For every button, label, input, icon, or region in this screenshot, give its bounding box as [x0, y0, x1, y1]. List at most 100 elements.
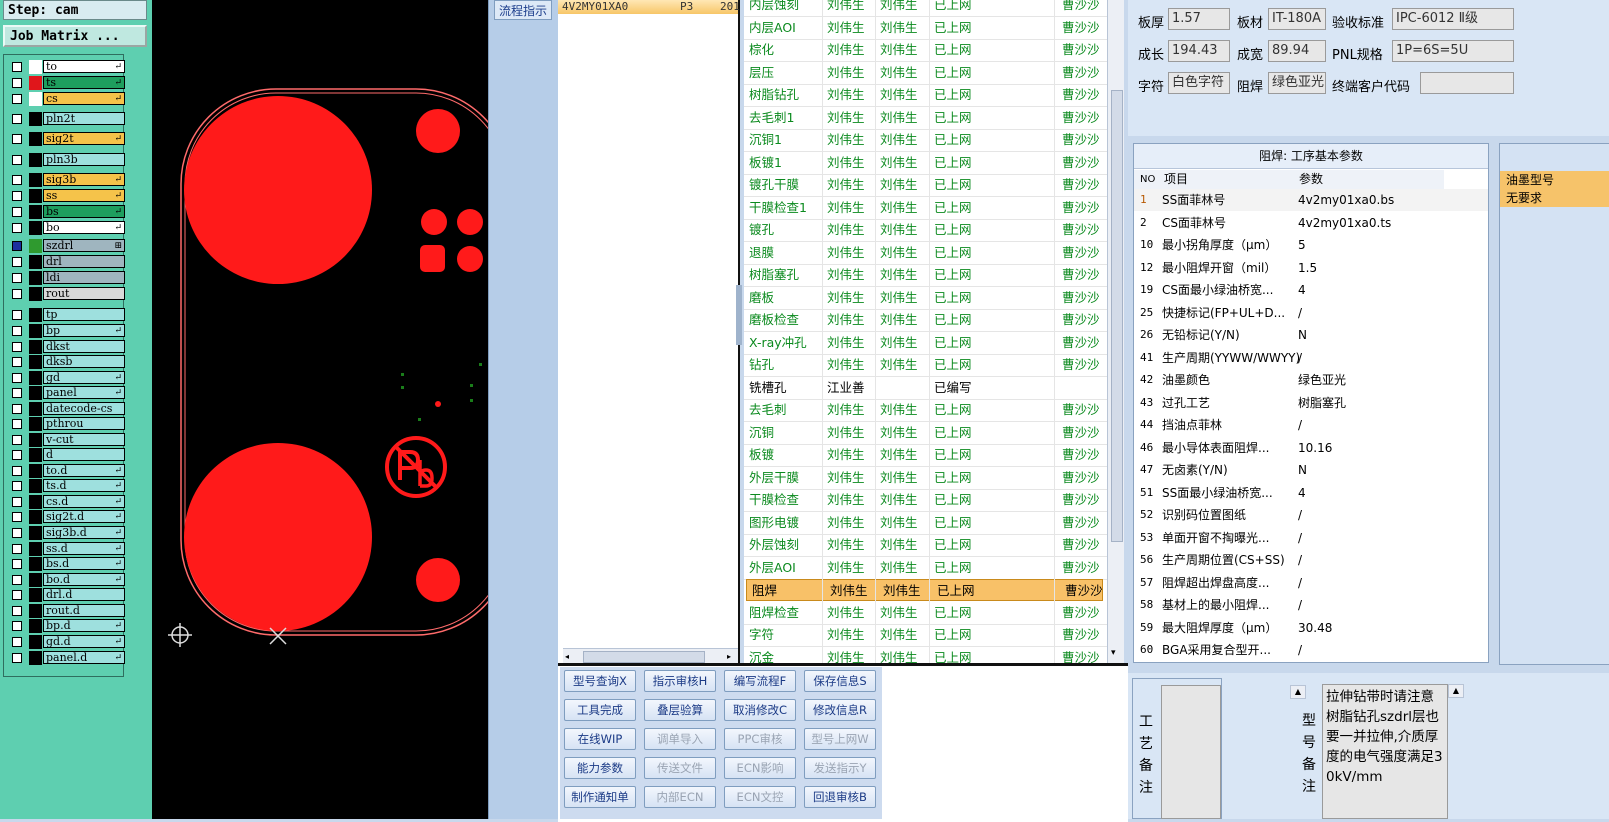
- layer-checkbox[interactable]: [12, 373, 22, 383]
- param-row[interactable]: 10 最小拐角厚度（μm） 5: [1134, 234, 1488, 256]
- param-row[interactable]: 57 阻焊超出焊盘高度... /: [1134, 571, 1488, 594]
- action-button[interactable]: 工具完成: [564, 699, 636, 721]
- layer-color-swatch[interactable]: [29, 308, 42, 322]
- layer-row-ss.d[interactable]: ss.d ↵: [7, 542, 125, 556]
- layer-color-swatch[interactable]: [29, 635, 42, 649]
- process-row[interactable]: 外层干膜 刘伟生 刘伟生 已上网 曹沙沙: [744, 467, 1107, 490]
- layer-row-sig2t.d[interactable]: sig2t.d ↵: [7, 510, 125, 524]
- layer-row-to[interactable]: to ↵: [7, 60, 125, 74]
- layer-color-swatch[interactable]: [29, 557, 42, 571]
- layer-row-szdrl[interactable]: szdrl ⊞: [7, 239, 125, 253]
- process-row[interactable]: 铣槽孔 江业善 已编写: [744, 377, 1107, 400]
- layer-color-swatch[interactable]: [29, 479, 42, 493]
- action-button[interactable]: 编写流程F: [724, 670, 796, 692]
- param-row[interactable]: 25 快捷标记(FP+UL+D... /: [1134, 301, 1488, 324]
- layer-name[interactable]: tp: [43, 308, 125, 321]
- param-row[interactable]: 46 最小导体表面阻焊... 10.16: [1134, 436, 1488, 459]
- action-button[interactable]: 调单导入: [644, 728, 716, 750]
- action-button[interactable]: ECN文控: [724, 786, 796, 808]
- process-row[interactable]: 阻焊检查 刘伟生 刘伟生 已上网 曹沙沙: [744, 602, 1107, 625]
- param-row[interactable]: 2 CS面菲林号 4v2my01xa0.ts: [1134, 211, 1488, 234]
- layer-name[interactable]: ldi: [43, 271, 125, 284]
- process-row[interactable]: 去毛刺1 刘伟生 刘伟生 已上网 曹沙沙: [744, 107, 1107, 130]
- standard-field[interactable]: IPC-6012 Ⅱ级: [1392, 8, 1514, 30]
- splitter-handle[interactable]: [736, 285, 742, 345]
- param-row[interactable]: 1 SS面菲林号 4v2my01xa0.bs: [1134, 189, 1488, 211]
- layer-checkbox[interactable]: [12, 388, 22, 398]
- scroll-down-icon[interactable]: ▾: [1111, 648, 1121, 658]
- layer-name[interactable]: to ↵: [43, 60, 125, 73]
- param-row[interactable]: 56 生产周期位置(CS+SS) /: [1134, 549, 1488, 571]
- process-vscroll-thumb[interactable]: [1111, 90, 1123, 542]
- layer-checkbox[interactable]: [12, 575, 22, 585]
- thickness-field[interactable]: 1.57: [1168, 8, 1230, 30]
- layer-name[interactable]: szdrl ⊞: [43, 239, 125, 252]
- layer-color-swatch[interactable]: [29, 239, 42, 253]
- layer-color-swatch[interactable]: [29, 132, 42, 146]
- layer-color-swatch[interactable]: [29, 433, 42, 447]
- param-row[interactable]: 44 挡油点菲林 /: [1134, 414, 1488, 436]
- process-row[interactable]: 干膜检查 刘伟生 刘伟生 已上网 曹沙沙: [744, 489, 1107, 512]
- layer-checkbox[interactable]: [12, 435, 22, 445]
- layer-name[interactable]: d: [43, 448, 125, 461]
- layer-color-swatch[interactable]: [29, 588, 42, 602]
- layer-name[interactable]: pthrou: [43, 417, 125, 430]
- param-row[interactable]: 19 CS面最小绿油桥宽... 4: [1134, 279, 1488, 301]
- layer-color-swatch[interactable]: [29, 573, 42, 587]
- layer-name[interactable]: bp ↵: [43, 324, 125, 337]
- param-row[interactable]: 43 过孔工艺 树脂塞孔: [1134, 391, 1488, 414]
- layer-row-panel[interactable]: panel ↵: [7, 386, 125, 400]
- width-field[interactable]: 89.94: [1268, 40, 1326, 62]
- layer-row-bo[interactable]: bo ↵: [7, 221, 125, 235]
- process-row[interactable]: 阻焊 刘伟生 刘伟生 已上网 曹沙沙: [746, 579, 1103, 601]
- layer-row-bp[interactable]: bp ↵: [7, 324, 125, 338]
- action-button[interactable]: 叠层验算: [644, 699, 716, 721]
- layer-row-pthrou[interactable]: pthrou: [7, 417, 125, 431]
- param-row[interactable]: 41 生产周期(YYWW/WWYY) /: [1134, 346, 1488, 369]
- material-field[interactable]: IT-180A: [1268, 8, 1326, 30]
- layer-color-swatch[interactable]: [29, 464, 42, 478]
- layer-color-swatch[interactable]: [29, 271, 42, 285]
- layer-checkbox[interactable]: [12, 544, 22, 554]
- layer-checkbox[interactable]: [12, 94, 22, 104]
- scroll-left-icon[interactable]: ◂: [565, 652, 573, 661]
- action-button[interactable]: 指示审核H: [644, 670, 716, 692]
- layer-row-sig2t[interactable]: sig2t ↵: [7, 132, 125, 146]
- process-row[interactable]: 层压 刘伟生 刘伟生 已上网 曹沙沙: [744, 62, 1107, 85]
- char-field[interactable]: 白色字符: [1168, 72, 1230, 94]
- layer-color-swatch[interactable]: [29, 510, 42, 524]
- layer-name[interactable]: ss ↵: [43, 189, 125, 202]
- layer-color-swatch[interactable]: [29, 448, 42, 462]
- layer-name[interactable]: bo ↵: [43, 221, 125, 234]
- layer-color-swatch[interactable]: [29, 189, 42, 203]
- layer-color-swatch[interactable]: [29, 255, 42, 269]
- layer-checkbox[interactable]: [12, 310, 22, 320]
- action-button[interactable]: 能力参数: [564, 757, 636, 779]
- layer-color-swatch[interactable]: [29, 340, 42, 354]
- layer-row-datecode-cs[interactable]: datecode-cs: [7, 402, 125, 416]
- layer-name[interactable]: gd ↵: [43, 371, 125, 384]
- layer-checkbox[interactable]: [12, 481, 22, 491]
- list-horizontal-scrollbar[interactable]: ◂ ▸: [563, 648, 738, 664]
- layer-checkbox[interactable]: [12, 559, 22, 569]
- layer-checkbox[interactable]: [12, 326, 22, 336]
- layer-color-swatch[interactable]: [29, 417, 42, 431]
- layer-checkbox[interactable]: [12, 357, 22, 367]
- process-vertical-scrollbar[interactable]: ▾: [1107, 0, 1124, 663]
- layer-row-rout.d[interactable]: rout.d: [7, 604, 125, 618]
- layer-color-swatch[interactable]: [29, 604, 42, 618]
- layer-name[interactable]: pln2t: [43, 112, 125, 125]
- scroll-up-icon[interactable]: ▲: [1290, 685, 1306, 699]
- layer-checkbox[interactable]: [12, 466, 22, 476]
- action-button[interactable]: 发送指示Y: [804, 757, 876, 779]
- layer-name[interactable]: bs ↵: [43, 205, 125, 218]
- param-row[interactable]: 60 BGA采用复合型开... /: [1134, 639, 1488, 661]
- oil-ink-value[interactable]: 无要求: [1500, 189, 1609, 207]
- process-row[interactable]: 内层蚀刻 刘伟生 刘伟生 已上网 曹沙沙: [744, 0, 1107, 17]
- list-hscroll-thumb[interactable]: [583, 651, 705, 663]
- layer-checkbox[interactable]: [12, 175, 22, 185]
- layer-row-ldi[interactable]: ldi: [7, 271, 125, 285]
- layer-row-to.d[interactable]: to.d ↵: [7, 464, 125, 478]
- layer-name[interactable]: pln3b: [43, 153, 125, 166]
- process-row[interactable]: 外层AOI 刘伟生 刘伟生 已上网 曹沙沙: [744, 557, 1107, 580]
